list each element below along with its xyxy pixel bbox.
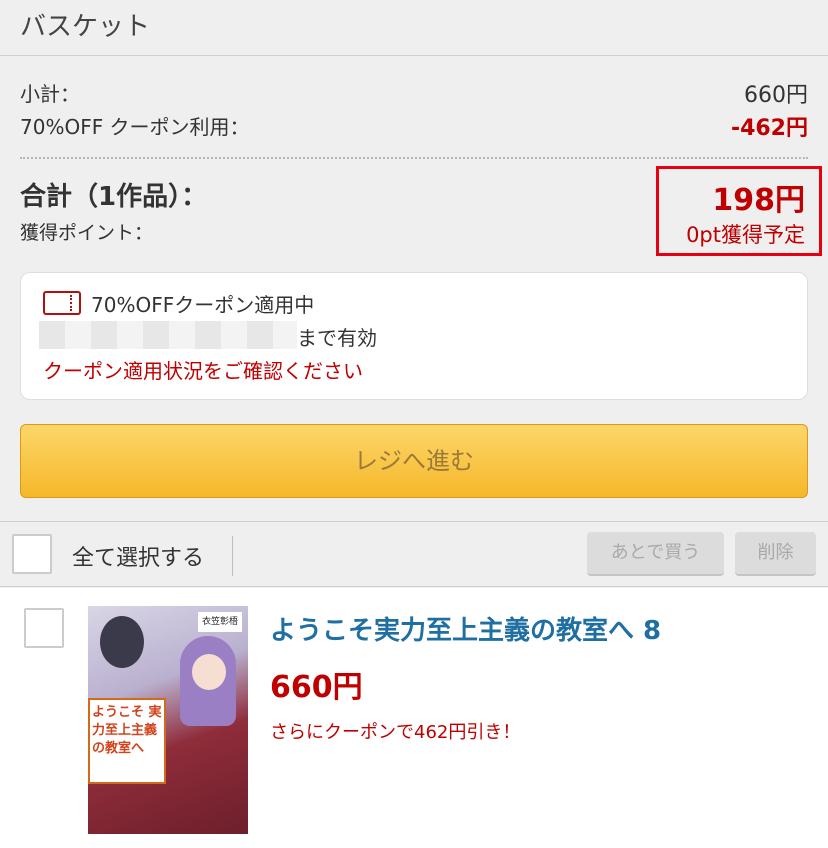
select-all-label[interactable]: 全て選択する xyxy=(72,540,204,572)
coupon-valid-until: まで有効 xyxy=(297,326,377,350)
delete-button[interactable]: 削除 xyxy=(735,532,816,576)
coupon-name: 70%OFFクーポン適用中 xyxy=(91,293,315,317)
coupon-confirm-link[interactable]: クーポン適用状況をご確認ください xyxy=(43,355,363,384)
basket-item: 衣笠彰梧 ようこそ 実力至上主義 の教室へ ようこそ実力至上主義の教室へ 8 6… xyxy=(0,588,828,848)
item-checkbox[interactable] xyxy=(24,608,64,648)
points-value: 0pt獲得予定 xyxy=(686,223,805,247)
points-label: 獲得ポイント： xyxy=(20,222,154,244)
coupon-discount-label: 70%OFF クーポン利用： xyxy=(20,115,250,139)
cover-author: 衣笠彰梧 xyxy=(198,612,242,632)
selection-bar: 全て選択する あとで買う 削除 xyxy=(0,521,828,587)
total-highlight-box: 198円 0pt獲得予定 xyxy=(656,166,822,256)
item-price: 660円 xyxy=(270,670,363,705)
total-label: 合計（1作品）： xyxy=(20,182,208,212)
subtotal-label: 小計： xyxy=(20,82,80,106)
buy-later-button[interactable]: あとで買う xyxy=(587,532,724,576)
cover-title: ようこそ 実力至上主義 の教室へ xyxy=(92,705,162,756)
coupon-card: 70%OFFクーポン適用中 まで有効 クーポン適用状況をご確認ください xyxy=(20,272,808,400)
basket-header: バスケット xyxy=(0,0,828,56)
summary-divider xyxy=(20,157,808,159)
redacted-date xyxy=(39,321,297,349)
select-all-checkbox[interactable] xyxy=(12,534,52,574)
item-title-link[interactable]: ようこそ実力至上主義の教室へ 8 xyxy=(270,610,661,647)
cover-character xyxy=(100,616,144,668)
book-cover-image[interactable]: 衣笠彰梧 ようこそ 実力至上主義 の教室へ xyxy=(88,606,248,834)
page-title: バスケット xyxy=(20,12,151,42)
total-value: 198円 xyxy=(712,183,805,218)
cover-character xyxy=(192,654,226,690)
ticket-icon xyxy=(43,291,81,315)
item-coupon-note: さらにクーポンで462円引き！ xyxy=(270,722,521,743)
coupon-discount-value: -462円 xyxy=(730,116,808,141)
divider xyxy=(232,536,233,576)
checkout-button[interactable]: レジへ進む xyxy=(20,424,808,498)
subtotal-value: 660円 xyxy=(744,83,808,108)
